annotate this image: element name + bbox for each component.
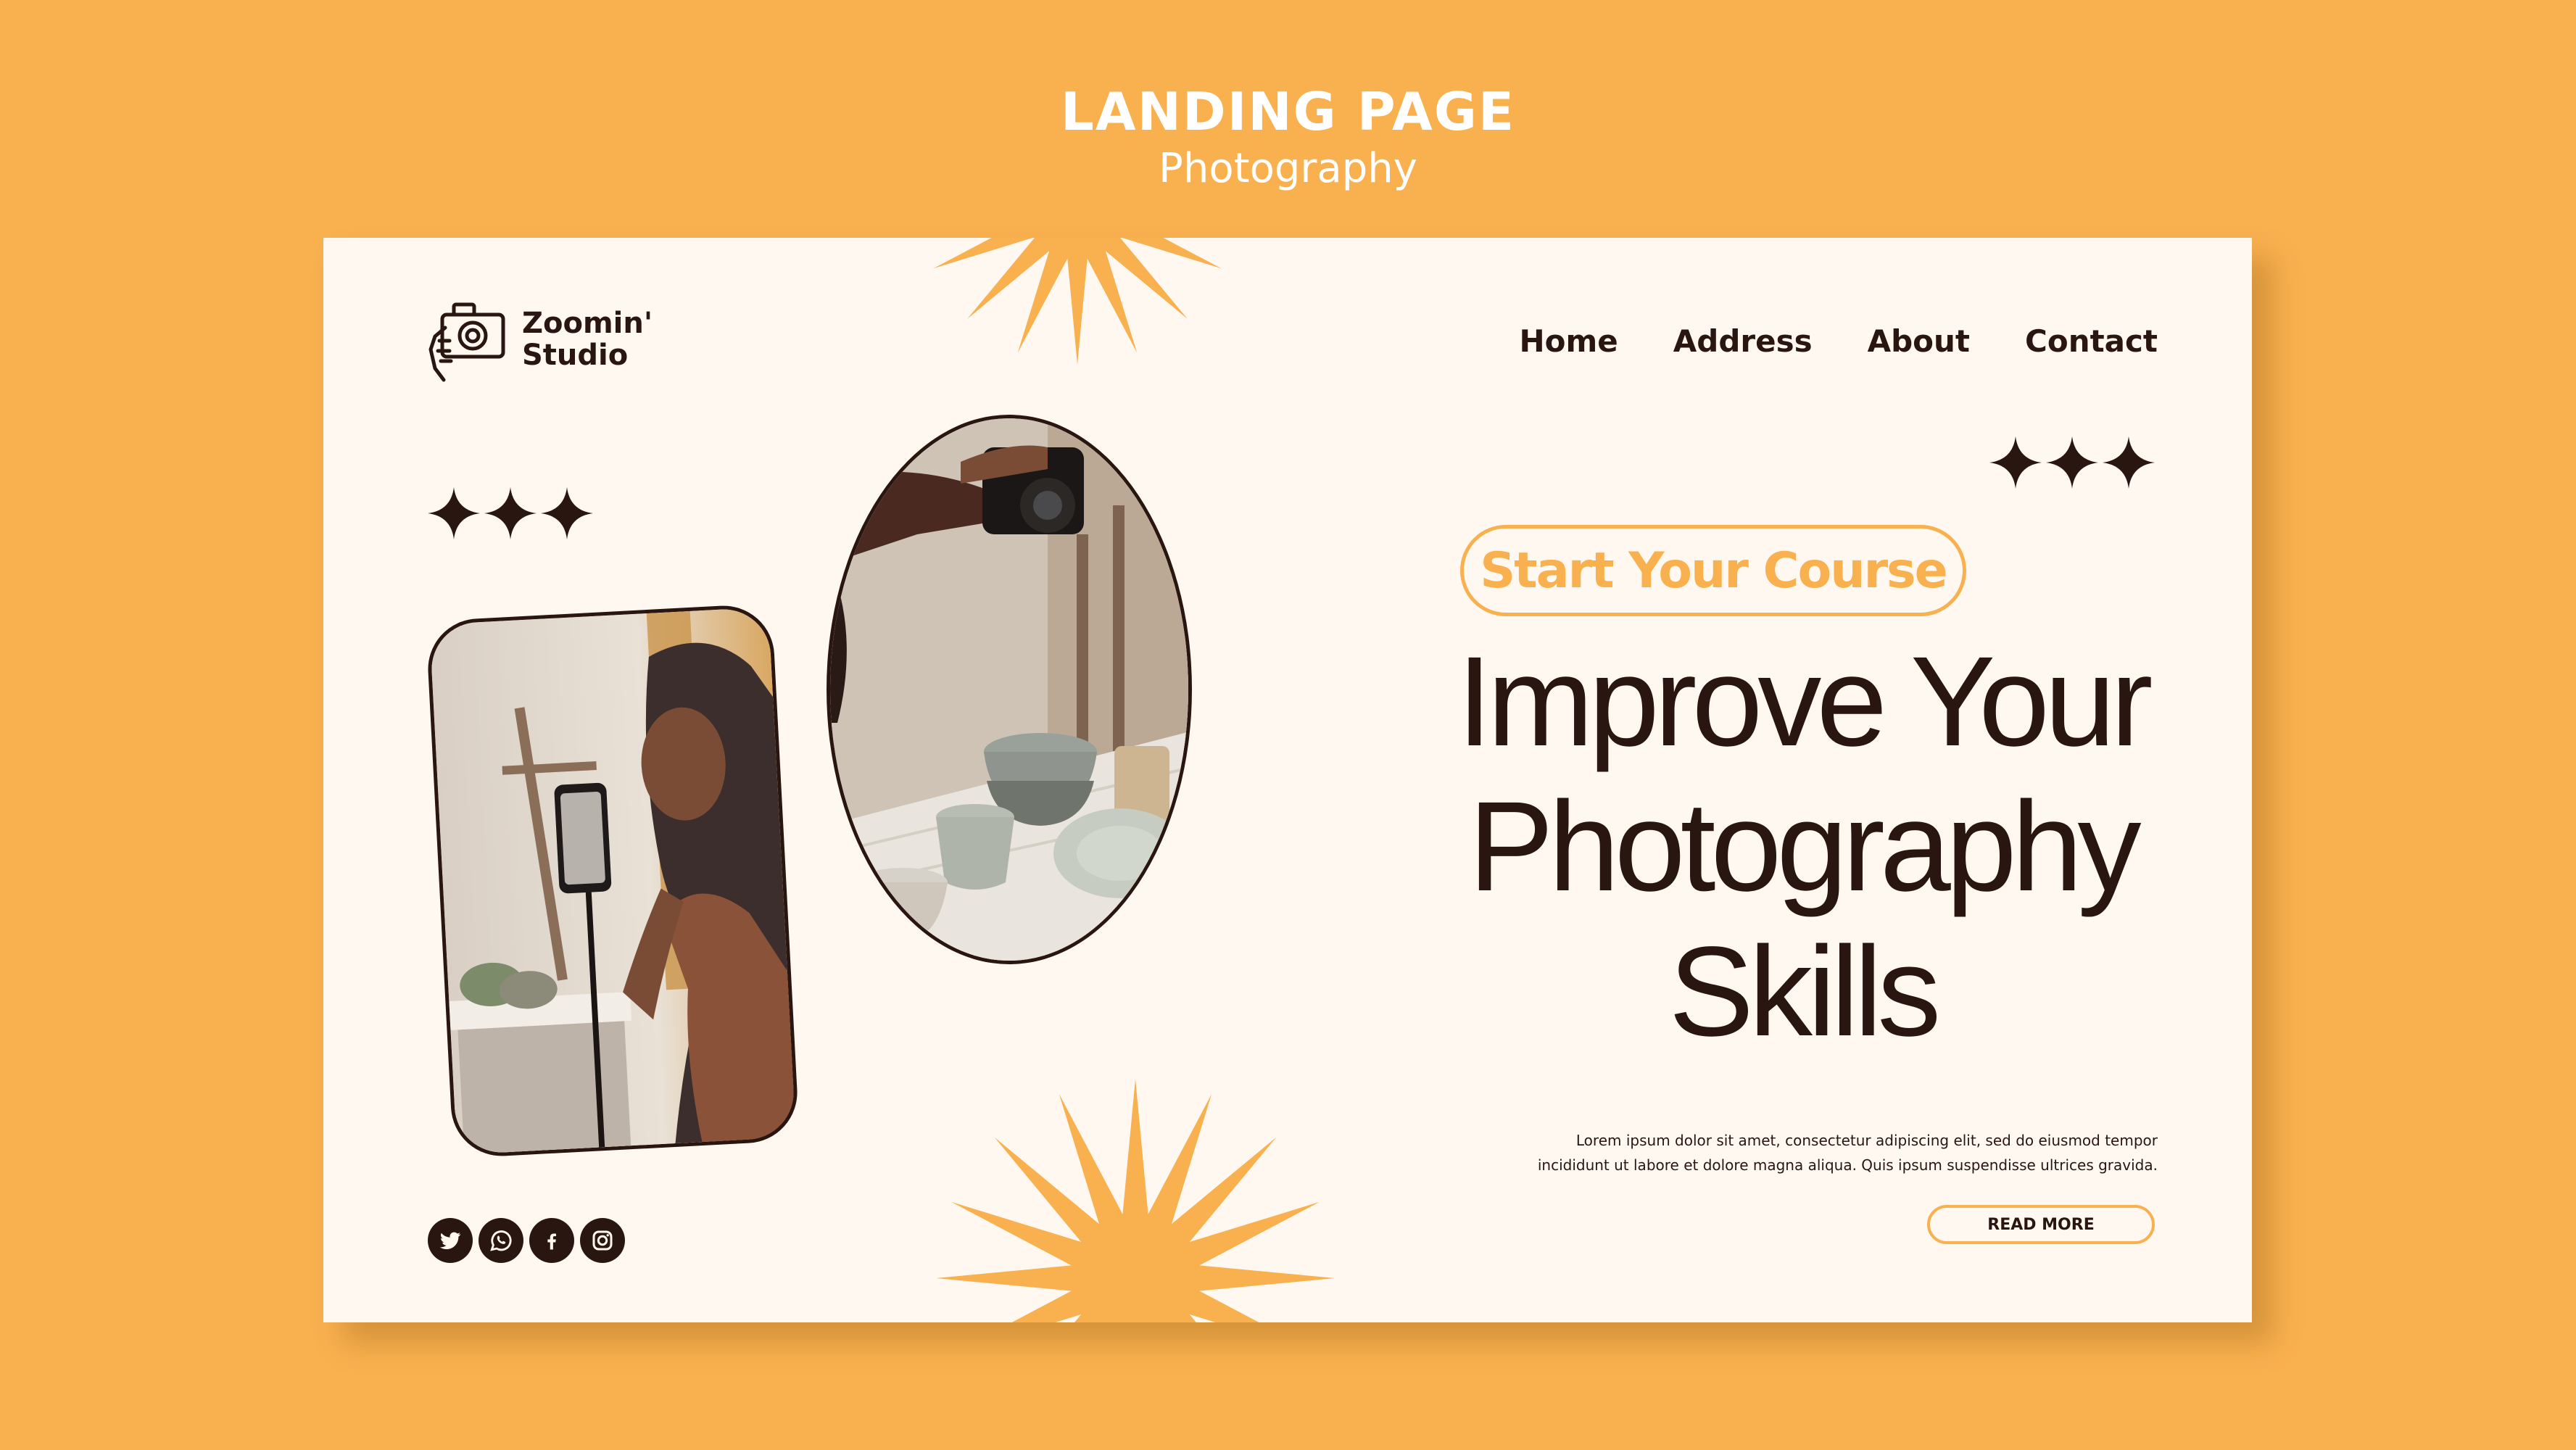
hero-body-text: Lorem ipsum dolor sit amet, consectetur … bbox=[1360, 1128, 2158, 1177]
stars-right-decoration bbox=[1989, 436, 2155, 489]
body-text-line2: incididunt ut labore et dolore magna ali… bbox=[1537, 1156, 2158, 1174]
brand-name-line1: Zoomin' bbox=[522, 307, 653, 340]
main-nav: Home Address About Contact bbox=[1520, 323, 2158, 359]
body-text-line1: Lorem ipsum dolor sit amet, consectetur … bbox=[1575, 1132, 2158, 1149]
headline-line2: Photography bbox=[1468, 776, 2141, 918]
photo-woman-phone-tripod bbox=[425, 603, 800, 1159]
start-course-button[interactable]: Start Your Course bbox=[1460, 525, 1966, 616]
facebook-icon[interactable] bbox=[529, 1218, 574, 1263]
read-more-button[interactable]: READ MORE bbox=[1927, 1205, 2155, 1244]
social-links bbox=[428, 1218, 625, 1263]
sunburst-bottom-decoration bbox=[936, 1079, 1335, 1322]
camera-hand-icon bbox=[428, 302, 505, 382]
whatsapp-icon[interactable] bbox=[479, 1218, 523, 1263]
headline-line3: Skills bbox=[1668, 921, 1942, 1063]
headline-line1: Improve Your bbox=[1457, 631, 2153, 773]
photo-camera-ceramics bbox=[827, 415, 1192, 964]
instagram-icon[interactable] bbox=[580, 1218, 625, 1263]
twitter-icon[interactable] bbox=[428, 1218, 473, 1263]
brand-name: Zoomin' Studio bbox=[522, 307, 653, 371]
nav-contact[interactable]: Contact bbox=[2025, 323, 2158, 359]
nav-home[interactable]: Home bbox=[1520, 323, 1618, 359]
landing-page-card: Zoomin' Studio Home Address About Contac… bbox=[323, 238, 2252, 1322]
nav-about[interactable]: About bbox=[1868, 323, 1970, 359]
sunburst-top-decoration bbox=[933, 238, 1222, 365]
stars-left-decoration bbox=[428, 487, 593, 539]
header-subtitle: Photography bbox=[1159, 145, 1417, 192]
brand-name-line2: Studio bbox=[522, 339, 629, 372]
header-title: LANDING PAGE bbox=[1061, 81, 1515, 142]
nav-address[interactable]: Address bbox=[1673, 323, 1813, 359]
